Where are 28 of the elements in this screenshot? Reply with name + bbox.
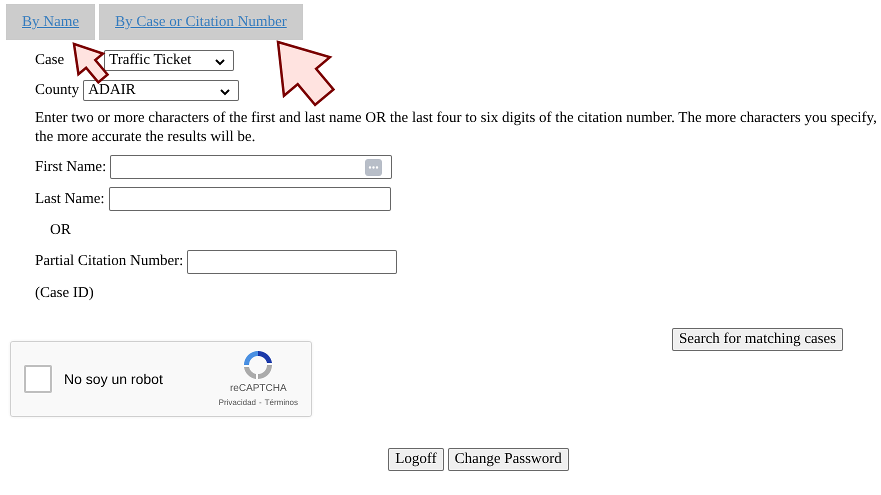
captcha-label: No soy un robot — [64, 370, 163, 389]
separator-text: - — [258, 397, 262, 409]
recaptcha-logo-icon — [242, 349, 274, 381]
terms-link[interactable]: Términos — [264, 397, 298, 409]
field-label: First Name: — [35, 158, 106, 177]
hint-text: (Case ID) — [35, 284, 94, 302]
field-label: Partial Citation Number: — [35, 252, 184, 272]
citation-number-field[interactable] — [187, 250, 398, 274]
caret-icon — [215, 58, 226, 66]
field-label: County — [35, 80, 80, 100]
last-name-field[interactable] — [108, 187, 391, 211]
field-label: Case — [35, 50, 64, 70]
arrow-annotation — [72, 42, 110, 84]
arrow-annotation — [276, 40, 336, 107]
search-button[interactable]: Search for matching cases — [672, 328, 843, 351]
privacy-link[interactable]: Privacidad — [218, 397, 256, 409]
first-name-field[interactable] — [110, 155, 392, 179]
dropdown[interactable]: Traffic Ticket — [104, 50, 234, 70]
footer-button[interactable]: Logoff — [388, 448, 444, 471]
autofill-icon — [365, 159, 382, 176]
captcha-checkbox[interactable] — [24, 365, 52, 393]
dropdown[interactable]: ADAIR — [83, 80, 240, 100]
footer-button[interactable]: Change Password — [448, 448, 569, 471]
caret-icon — [220, 88, 230, 96]
or-text: OR — [50, 221, 71, 240]
instructions-text: Enter two or more characters of the first and last name OR the last four to six digits of the citation number. The more characters you specify, the more accurate the results will be. — [35, 109, 878, 147]
recaptcha-brand: reCAPTCHA — [230, 383, 287, 395]
field-label: Last Name: — [35, 190, 105, 209]
